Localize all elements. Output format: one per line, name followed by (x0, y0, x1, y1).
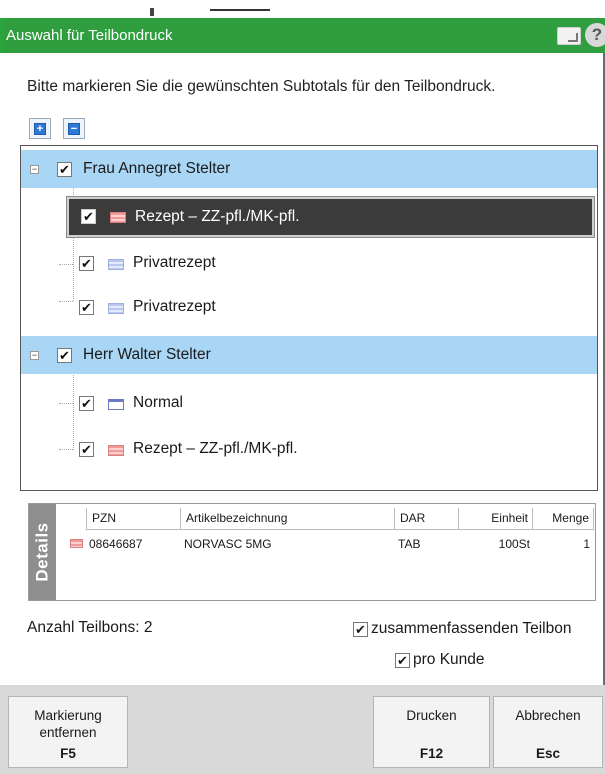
remove-mark-label-line2: entfernen (39, 725, 97, 740)
item-label: Privatrezept (133, 254, 216, 271)
column-header-menge[interactable]: Menge (532, 508, 594, 530)
tree-item-row-selected[interactable]: ✔ Rezept – ZZ-pfl./MK-pfl. (66, 196, 595, 238)
print-key: F12 (419, 746, 444, 761)
collapse-all-button[interactable]: − (63, 118, 85, 139)
cell-menge: 1 (583, 537, 590, 551)
check-icon: ✔ (355, 621, 366, 637)
collapse-node-icon[interactable]: − (30, 165, 39, 174)
cell-dar: TAB (398, 537, 421, 551)
screen-window-icon[interactable] (557, 27, 581, 45)
per-customer-checkbox[interactable]: ✔ (395, 652, 410, 668)
check-icon: ✔ (81, 256, 92, 271)
item-checkbox[interactable]: ✔ (79, 300, 94, 315)
combined-label: zusammenfassenden Teilbon (371, 620, 572, 637)
tree-group-row[interactable]: − ✔ Herr Walter Stelter (21, 336, 597, 374)
tree-item-row[interactable]: ✔ Rezept – ZZ-pfl./MK-pfl. (67, 430, 594, 468)
check-icon: ✔ (81, 442, 92, 457)
red-prescription-icon (108, 445, 124, 456)
cell-einheit: 100St (498, 537, 530, 551)
details-side-tab: Details (29, 504, 56, 600)
table-row[interactable]: 08646687 NORVASC 5MG TAB 100St 1 (64, 535, 594, 555)
help-glyph: ? (591, 25, 603, 44)
dialog-titlebar: Auswahl für Teilbondruck ? (0, 18, 605, 53)
cell-artikel: NORVASC 5MG (184, 537, 272, 551)
collapse-node-icon[interactable]: − (30, 351, 39, 360)
red-prescription-icon (70, 539, 83, 548)
details-panel: Details PZN Artikelbezeichnung DAR Einhe… (28, 503, 596, 601)
blue-prescription-icon (108, 259, 124, 270)
group-label: Frau Annegret Stelter (83, 160, 231, 177)
print-label: Drucken (406, 708, 457, 723)
print-button[interactable]: Drucken F12 (373, 696, 490, 768)
item-label: Rezept – ZZ-pfl./MK-pfl. (133, 440, 298, 457)
item-label: Normal (133, 394, 183, 411)
remove-mark-label: Markierung entfernen (9, 707, 127, 741)
details-table-header: PZN Artikelbezeichnung DAR Einheit Menge (64, 508, 594, 530)
group-checkbox[interactable]: ✔ (57, 348, 72, 363)
subtotal-tree[interactable]: − ✔ Frau Annegret Stelter ✔ Rezept – ZZ-… (20, 145, 598, 491)
cancel-button[interactable]: Abbrechen Esc (493, 696, 603, 768)
check-icon: ✔ (59, 162, 70, 177)
minus-icon: − (68, 122, 80, 135)
group-checkbox[interactable]: ✔ (57, 162, 72, 177)
check-icon: ✔ (59, 348, 70, 363)
tree-item-row[interactable]: ✔ Privatrezept (67, 288, 594, 326)
blue-prescription-icon (108, 303, 124, 314)
item-checkbox[interactable]: ✔ (79, 256, 94, 271)
teilbon-count: Anzahl Teilbons: 2 (27, 619, 153, 636)
combined-checkbox[interactable]: ✔ (353, 621, 368, 637)
remove-mark-button[interactable]: Markierung entfernen F5 (8, 696, 128, 768)
red-prescription-icon (110, 212, 126, 223)
cell-pzn: 08646687 (89, 537, 143, 551)
combined-option[interactable]: ✔ zusammenfassenden Teilbon (353, 620, 571, 638)
instruction-text: Bitte markieren Sie die gewünschten Subt… (27, 78, 496, 95)
item-checkbox[interactable]: ✔ (79, 396, 94, 411)
expand-all-button[interactable]: + (29, 118, 51, 139)
remove-mark-key: F5 (60, 746, 76, 761)
item-label: Rezept – ZZ-pfl./MK-pfl. (135, 208, 300, 225)
check-icon: ✔ (83, 209, 94, 224)
check-icon: ✔ (397, 652, 408, 668)
column-header-artikel[interactable]: Artikelbezeichnung (180, 508, 394, 530)
item-label: Privatrezept (133, 298, 216, 315)
group-label: Herr Walter Stelter (83, 346, 211, 363)
column-header-einheit[interactable]: Einheit (458, 508, 532, 530)
tree-item-row[interactable]: ✔ Privatrezept (67, 244, 594, 282)
normal-prescription-icon (108, 399, 124, 410)
item-checkbox[interactable]: ✔ (81, 209, 96, 224)
tree-group-row[interactable]: − ✔ Frau Annegret Stelter (21, 150, 597, 188)
top-strip-mark (150, 8, 154, 16)
cancel-label: Abbrechen (515, 708, 581, 723)
window-top-strip (0, 0, 605, 18)
remove-mark-label-line1: Markierung (34, 708, 102, 723)
per-customer-option[interactable]: ✔ pro Kunde (395, 651, 485, 669)
item-checkbox[interactable]: ✔ (79, 442, 94, 457)
top-strip-bar (210, 9, 270, 11)
dialog-title: Auswahl für Teilbondruck (6, 27, 173, 44)
column-header-dar[interactable]: DAR (394, 508, 458, 530)
titlebar-accent (0, 18, 4, 53)
cancel-key: Esc (535, 746, 561, 761)
column-header-pzn[interactable]: PZN (86, 508, 180, 530)
per-customer-label: pro Kunde (413, 651, 485, 668)
details-side-label: Details (32, 522, 52, 582)
check-icon: ✔ (81, 396, 92, 411)
plus-icon: + (34, 122, 46, 135)
help-icon[interactable]: ? (585, 23, 605, 47)
tree-item-row[interactable]: ✔ Normal (67, 384, 594, 422)
check-icon: ✔ (81, 300, 92, 315)
